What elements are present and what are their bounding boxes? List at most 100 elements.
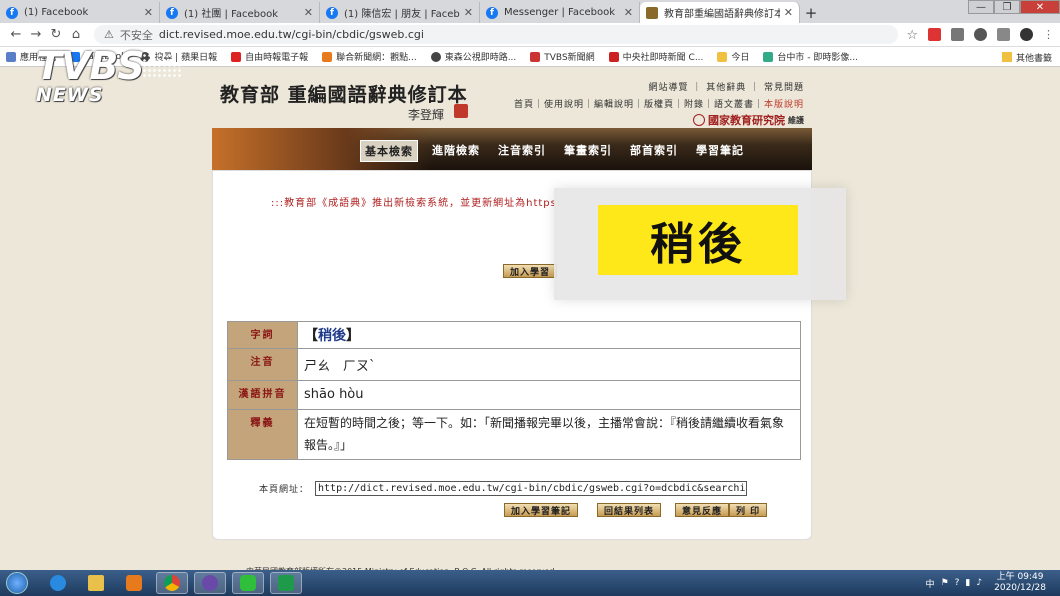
institute-name: 國家教育研究院: [708, 114, 785, 127]
bookmark-item[interactable]: 聯合新聞網：觀點...: [322, 50, 417, 63]
warning-icon[interactable]: ⚠: [104, 28, 114, 41]
tvbs-icon: [530, 51, 541, 62]
ime-indicator[interactable]: 中: [926, 577, 935, 590]
help-icon[interactable]: ?: [955, 578, 960, 588]
tvbs-news-logo: TVBS NEWS: [32, 44, 182, 108]
reload-icon[interactable]: ↻: [46, 27, 66, 42]
facebook-icon: f: [486, 6, 498, 19]
dictionary-entry-table: 字詞 【稍後】 注音 ㄕㄠ ㄏㄡˋ 漢語拼音 shāo hòu 釋義 在短暫的時…: [227, 321, 801, 460]
browser-tab[interactable]: f Messenger | Facebook ✕: [480, 2, 640, 23]
network-icon[interactable]: ▮: [965, 578, 970, 588]
pinyin-value: shāo hòu: [297, 380, 801, 410]
bookmark-label: 中央社即時新聞 C...: [622, 53, 704, 63]
clock[interactable]: 上午 09:49 2020/12/28: [994, 572, 1046, 594]
url-input[interactable]: ⚠ 不安全 dict.revised.moe.edu.tw/cgi-bin/cb…: [94, 25, 899, 44]
close-icon[interactable]: ✕: [784, 6, 793, 19]
bookmark-item[interactable]: 今日: [717, 50, 749, 63]
close-icon[interactable]: ✕: [144, 6, 153, 19]
nav-study-notes[interactable]: 學習筆記: [692, 140, 748, 162]
nav-basic-search[interactable]: 基本檢索: [360, 140, 418, 162]
apps-icon: [6, 51, 16, 62]
nav-advanced-search[interactable]: 進階檢索: [428, 140, 484, 162]
back-arrow-icon[interactable]: ←: [6, 27, 26, 42]
bookmark-item[interactable]: 台中市 - 即時影像...: [763, 50, 858, 63]
browser-tab[interactable]: f (1) 陳信宏 | 朋友 | Facebook ✕: [320, 2, 480, 23]
line-icon[interactable]: [232, 572, 264, 594]
bookmark-item[interactable]: 中央社即時新聞 C...: [608, 50, 704, 63]
other-bookmarks[interactable]: 其他書籤: [1001, 47, 1052, 66]
extensions-area: ☆ ⋮: [906, 28, 1054, 43]
ltn-icon: [231, 51, 242, 62]
tab-title: (1) Facebook: [24, 7, 89, 18]
minimize-icon[interactable]: —: [968, 0, 994, 14]
page-url-field[interactable]: http://dict.revised.moe.edu.tw/cgi-bin/c…: [315, 481, 748, 496]
bookmark-label: 東森公視即時路...: [444, 53, 517, 63]
table-row: 漢語拼音 shāo hòu: [227, 380, 801, 410]
start-button[interactable]: [6, 572, 28, 594]
browser-tab[interactable]: f (1) Facebook ✕: [0, 2, 160, 23]
profile-avatar[interactable]: [1020, 28, 1033, 41]
page-url-row: 本頁網址： http://dict.revised.moe.edu.tw/cgi…: [259, 481, 748, 496]
page-url-label: 本頁網址：: [259, 485, 310, 495]
facebook-icon: f: [6, 6, 18, 19]
extension-icon[interactable]: [974, 28, 987, 41]
folder-icon: [717, 51, 728, 62]
calligraphy-signer: 李登輝: [408, 108, 445, 122]
table-row: 注音 ㄕㄠ ㄏㄡˋ: [227, 348, 801, 381]
pdf-extension-icon[interactable]: [928, 28, 941, 41]
puzzle-icon[interactable]: [997, 28, 1010, 41]
bookmark-item[interactable]: 自由時報電子報: [231, 50, 308, 63]
close-window-icon[interactable]: ✕: [1020, 0, 1060, 14]
app-icon[interactable]: [270, 572, 302, 594]
browser-tab-active[interactable]: 教育部重編國語辭典修訂本 ✕: [640, 2, 800, 23]
ie-icon[interactable]: [42, 572, 74, 594]
sub-links-text[interactable]: 首頁｜使用說明｜編輯說明｜版權頁｜附錄｜語文叢書｜: [514, 100, 764, 110]
add-note-button-top[interactable]: 加入學習: [503, 264, 558, 278]
logo-line1: TVBS: [36, 44, 145, 88]
facebook-icon: f: [326, 6, 338, 19]
nav-zhuyin-index[interactable]: 注音索引: [494, 140, 550, 162]
definition-value: 在短暫的時間之後；等一下。如：「新聞播報完畢以後，主播常會說：『稍後請繼續收看氣…: [297, 409, 801, 460]
nav-menu: 基本檢索 進階檢索 注音索引 筆畫索引 部首索引 學習筆記: [360, 140, 748, 162]
version-notes-link[interactable]: 本版說明: [764, 100, 804, 110]
nav-stroke-index[interactable]: 筆畫索引: [560, 140, 616, 162]
maximize-icon[interactable]: ❐: [994, 0, 1020, 14]
menu-icon[interactable]: ⋮: [1043, 28, 1054, 41]
globe-icon: [430, 51, 441, 62]
notice-text[interactable]: :::教育部《成語典》推出新檢索系統，並更新網址為https:...: [271, 194, 561, 209]
bookmark-item[interactable]: TVBS新聞網: [530, 50, 595, 63]
bookmark-label: 聯合新聞網：觀點...: [336, 53, 417, 63]
media-player-icon[interactable]: [118, 572, 150, 594]
folder-icon[interactable]: [80, 572, 112, 594]
home-icon[interactable]: ⌂: [66, 27, 86, 42]
logo-dots: [142, 48, 182, 78]
new-tab-button[interactable]: +: [800, 2, 822, 23]
institute-emblem-icon: [693, 114, 705, 126]
top-links[interactable]: 網站導覽 ｜ 其他辭典 ｜ 常見問題: [649, 80, 804, 93]
back-to-results-button[interactable]: 回結果列表: [597, 503, 662, 517]
browser-tab[interactable]: f (1) 社團 | Facebook ✕: [160, 2, 320, 23]
close-icon[interactable]: ✕: [464, 6, 473, 19]
star-icon[interactable]: ☆: [906, 28, 918, 43]
volume-icon[interactable]: ♪: [976, 578, 982, 588]
print-button[interactable]: 列 印: [729, 503, 768, 517]
add-note-button[interactable]: 加入學習筆記: [504, 503, 579, 517]
clock-time: 上午 09:49: [996, 572, 1044, 582]
forward-arrow-icon[interactable]: →: [26, 27, 46, 42]
cna-icon: [608, 51, 619, 62]
nav-radical-index[interactable]: 部首索引: [626, 140, 682, 162]
close-icon[interactable]: ✕: [624, 6, 633, 19]
sub-links[interactable]: 首頁｜使用說明｜編輯說明｜版權頁｜附錄｜語文叢書｜本版說明: [514, 97, 804, 110]
pinyin-label: 漢語拼音: [227, 380, 298, 410]
feedback-button[interactable]: 意見反應: [675, 503, 730, 517]
close-icon[interactable]: ✕: [304, 6, 313, 19]
extension-icon[interactable]: [951, 28, 964, 41]
flag-icon[interactable]: ⚑: [941, 578, 949, 588]
video-icon: [763, 51, 774, 62]
bookmark-item[interactable]: 東森公視即時路...: [430, 50, 517, 63]
bookmark-label: 今日: [731, 53, 750, 63]
headword: 稍後: [318, 328, 346, 344]
app-icon[interactable]: [194, 572, 226, 594]
chrome-icon[interactable]: [156, 572, 188, 594]
institute-logo[interactable]: 國家教育研究院 維護: [693, 112, 804, 128]
